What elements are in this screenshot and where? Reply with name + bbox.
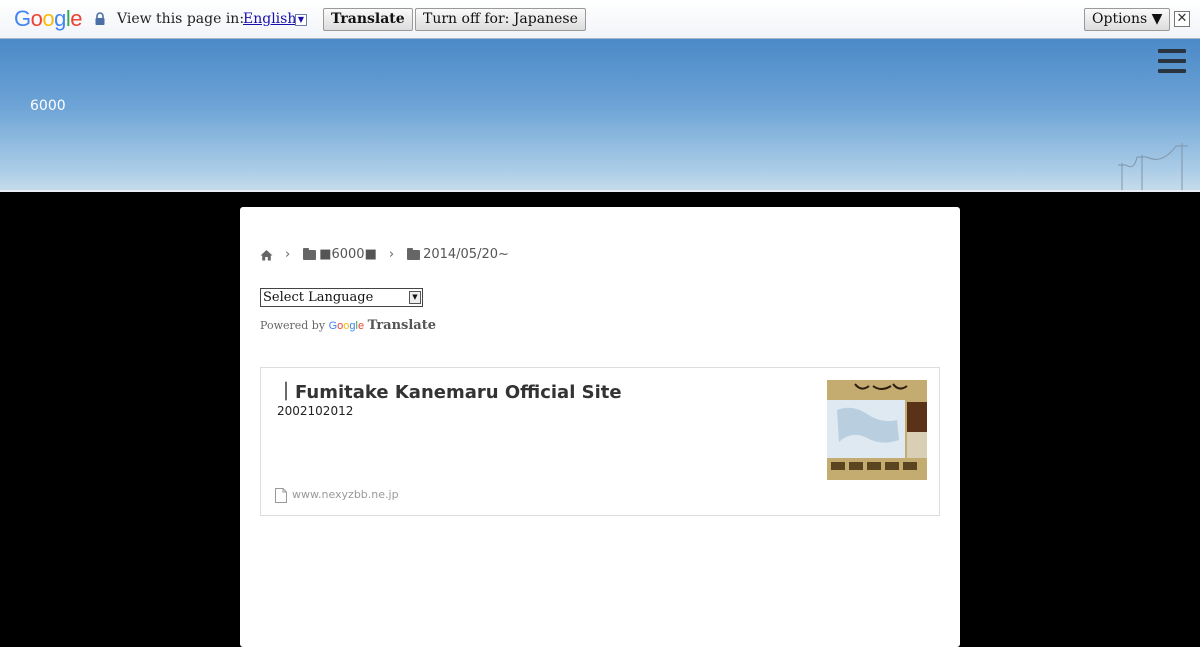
powered-by-google: Powered by Google Translate [260, 318, 436, 333]
translate-button[interactable]: Translate [323, 8, 413, 31]
close-icon[interactable]: ✕ [1174, 11, 1190, 27]
lock-icon [95, 12, 105, 25]
target-language-link[interactable]: English [243, 11, 296, 27]
breadcrumb: › ■6000■ › 2014/05/20~ [260, 247, 509, 262]
link-card-thumbnail[interactable] [827, 380, 927, 480]
link-card-url[interactable]: www.nexyzbb.ne.jp [292, 488, 399, 501]
language-select-value: Select Language [263, 290, 374, 305]
language-select[interactable]: Select Language ▼ [260, 288, 423, 307]
chevron-down-icon: ▼ [409, 291, 421, 304]
view-page-label: View this page in: [117, 11, 245, 27]
hero-banner: 6000 [0, 39, 1200, 191]
google-small-logo[interactable]: Google [329, 320, 365, 332]
main-content: › ■6000■ › 2014/05/20~ Select Language ▼… [240, 207, 960, 647]
home-icon[interactable] [260, 249, 273, 261]
translate-link[interactable]: Translate [368, 318, 436, 333]
turn-off-button[interactable]: Turn off for: Japanese [415, 8, 586, 31]
chevron-right-icon: › [285, 247, 291, 262]
site-title[interactable]: 6000 [30, 98, 66, 114]
folder-icon [407, 247, 421, 260]
breadcrumb-item[interactable]: 2014/05/20~ [423, 247, 509, 262]
link-card[interactable]: ｜Fumitake Kanemaru Official Site 2002102… [260, 367, 940, 516]
google-logo: Google [14, 6, 83, 31]
document-icon [275, 488, 287, 503]
link-card-description: 2002102012 [277, 404, 354, 418]
utility-poles-image [1118, 143, 1188, 191]
options-button[interactable]: Options ▼ [1084, 8, 1171, 31]
hero-divider [0, 190, 1200, 192]
breadcrumb-item[interactable]: ■6000■ [319, 247, 377, 262]
link-card-title[interactable]: ｜Fumitake Kanemaru Official Site [277, 378, 622, 404]
translate-bar: Google View this page in: English ▼ Tran… [0, 0, 1200, 39]
folder-icon [303, 247, 317, 260]
hamburger-menu-icon[interactable] [1158, 49, 1186, 73]
chevron-right-icon: › [388, 247, 395, 262]
powered-by-label: Powered by [260, 319, 326, 332]
language-dropdown-icon[interactable]: ▼ [295, 14, 307, 26]
